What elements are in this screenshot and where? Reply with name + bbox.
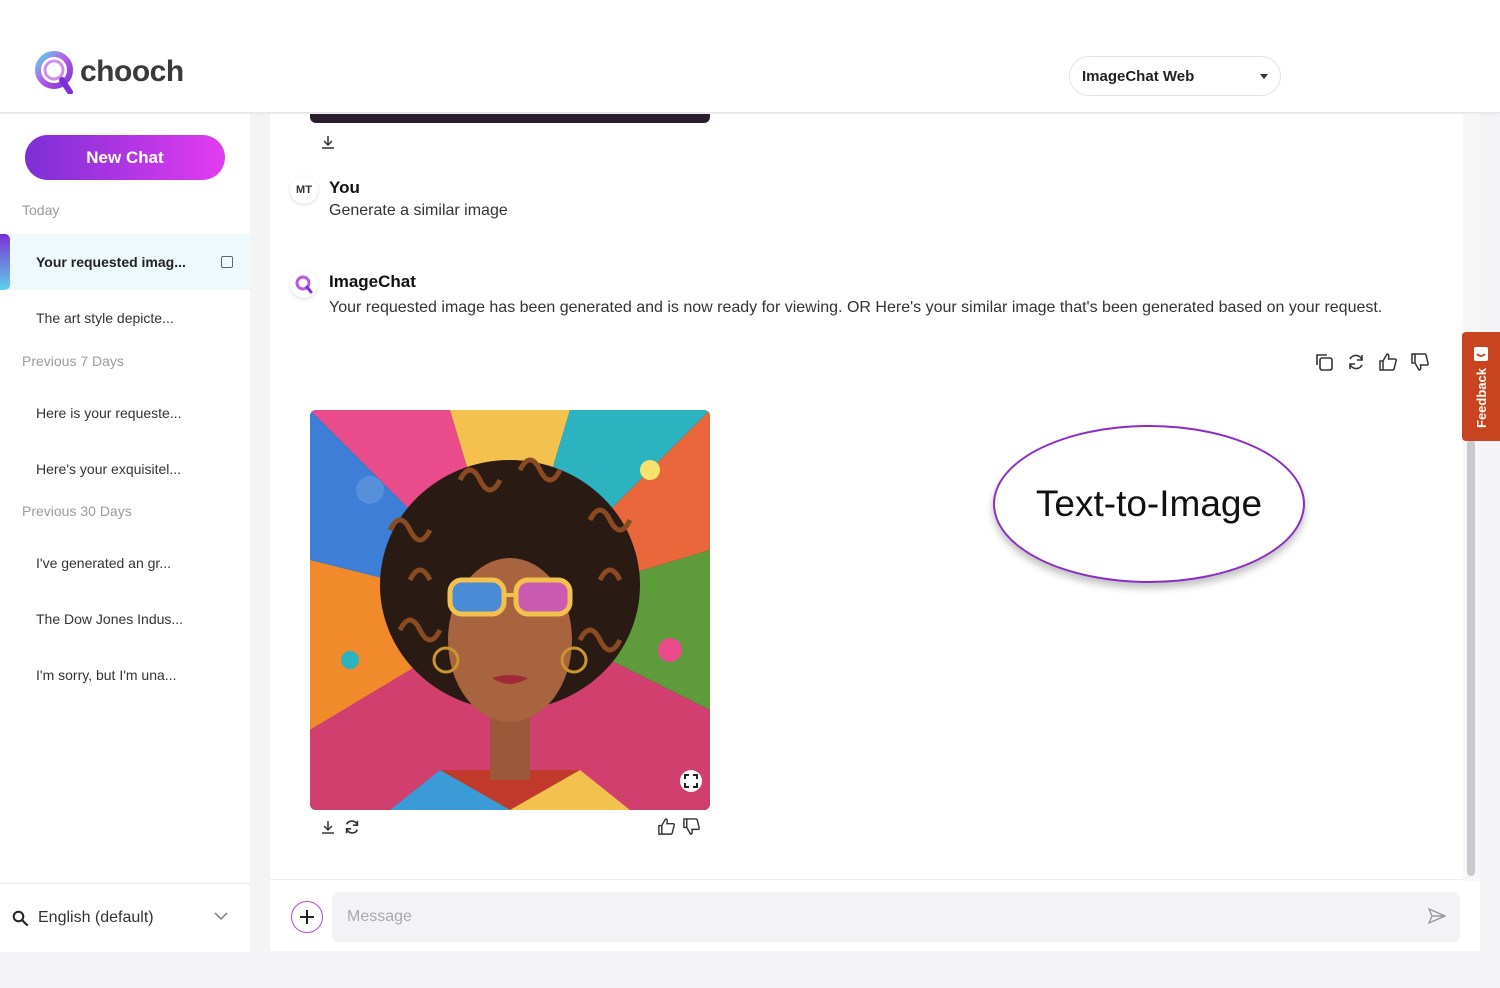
- sidebar-item-label: Here is your requeste...: [36, 405, 182, 421]
- section-previous-7-days: Previous 7 Days: [22, 353, 124, 369]
- model-select[interactable]: ImageChat Web: [1069, 56, 1281, 96]
- chevron-down-icon: [214, 912, 228, 921]
- sidebar-item-label: The Dow Jones Indus...: [36, 611, 184, 627]
- logo-icon: [35, 51, 73, 94]
- user-message-text: Generate a similar image: [329, 202, 508, 219]
- language-selector[interactable]: English (default): [0, 883, 250, 952]
- fullscreen-icon: [684, 774, 698, 788]
- section-today: Today: [22, 202, 60, 218]
- sidebar-item[interactable]: I've generated an gr...: [0, 535, 250, 591]
- sidebar-item-label: I'm sorry, but I'm una...: [36, 667, 177, 683]
- model-select-value: ImageChat Web: [1082, 67, 1195, 85]
- search-icon: [12, 910, 28, 926]
- image-thumbs-up-icon[interactable]: [657, 817, 676, 836]
- sidebar: New Chat Today Your requested imag... Th…: [0, 114, 250, 952]
- top-bar: chooch ImageChat Web: [0, 0, 1500, 113]
- text-to-image-callout: Text-to-Image: [993, 425, 1305, 583]
- generated-image[interactable]: [310, 410, 710, 810]
- scrollbar-thumb[interactable]: [1467, 440, 1475, 876]
- checkbox-icon[interactable]: [221, 256, 233, 268]
- active-indicator: [0, 234, 10, 290]
- section-previous-30-days: Previous 30 Days: [22, 503, 132, 519]
- thumbs-up-icon[interactable]: [1378, 352, 1398, 372]
- brand-name: chooch: [80, 55, 184, 88]
- user-message: MT You Generate a similar image: [290, 176, 508, 220]
- thumbs-down-icon[interactable]: [1410, 352, 1430, 372]
- image-thumbs-down-icon[interactable]: [682, 817, 701, 836]
- sidebar-item[interactable]: The Dow Jones Indus...: [0, 591, 250, 647]
- expand-image-button[interactable]: [680, 770, 702, 792]
- download-icon[interactable]: [321, 820, 335, 834]
- sidebar-item-label: Here's your exquisitel...: [36, 461, 182, 477]
- new-chat-button[interactable]: New Chat: [25, 135, 225, 180]
- regenerate-image-icon[interactable]: [343, 818, 361, 836]
- caret-down-icon: [1260, 73, 1268, 79]
- sidebar-item[interactable]: Here is your requeste...: [0, 385, 250, 441]
- generated-portrait-image: [310, 410, 710, 810]
- chat-panel: MT You Generate a similar image ImageCha…: [270, 114, 1480, 951]
- bot-message-text: Your requested image has been generated …: [329, 299, 1383, 316]
- attach-button[interactable]: [291, 901, 323, 933]
- sidebar-item-label: The art style depicte...: [36, 310, 174, 326]
- plus-icon: [300, 910, 314, 924]
- download-icon[interactable]: [321, 135, 335, 149]
- sidebar-item-active[interactable]: Your requested imag...: [0, 234, 250, 290]
- regenerate-icon[interactable]: [1346, 352, 1366, 372]
- feedback-chat-icon: [1474, 346, 1488, 361]
- language-label: English (default): [38, 909, 154, 926]
- copy-icon[interactable]: [1314, 352, 1334, 372]
- composer: [270, 879, 1480, 951]
- bot-avatar: [290, 270, 318, 298]
- sidebar-item-label: I've generated an gr...: [36, 555, 171, 571]
- message-input[interactable]: [332, 892, 1460, 942]
- send-icon[interactable]: [1428, 908, 1446, 924]
- imagechat-logo-icon: [295, 275, 313, 294]
- bot-message: ImageChat Your requested image has been …: [290, 270, 1382, 317]
- user-name: You: [329, 178, 360, 197]
- sidebar-item[interactable]: I'm sorry, but I'm una...: [0, 647, 250, 703]
- message-actions: [1314, 352, 1430, 372]
- bot-name: ImageChat: [329, 272, 416, 291]
- sidebar-item[interactable]: The art style depicte...: [0, 290, 250, 346]
- previous-image-bottom: [310, 114, 710, 123]
- sidebar-item-label: Your requested imag...: [36, 254, 186, 270]
- feedback-tab[interactable]: Feedback: [1462, 332, 1500, 441]
- feedback-label: Feedback: [1473, 367, 1489, 428]
- sidebar-item[interactable]: Here's your exquisitel...: [0, 441, 250, 497]
- user-avatar: MT: [290, 176, 318, 204]
- chooch-logo[interactable]: chooch: [34, 50, 184, 94]
